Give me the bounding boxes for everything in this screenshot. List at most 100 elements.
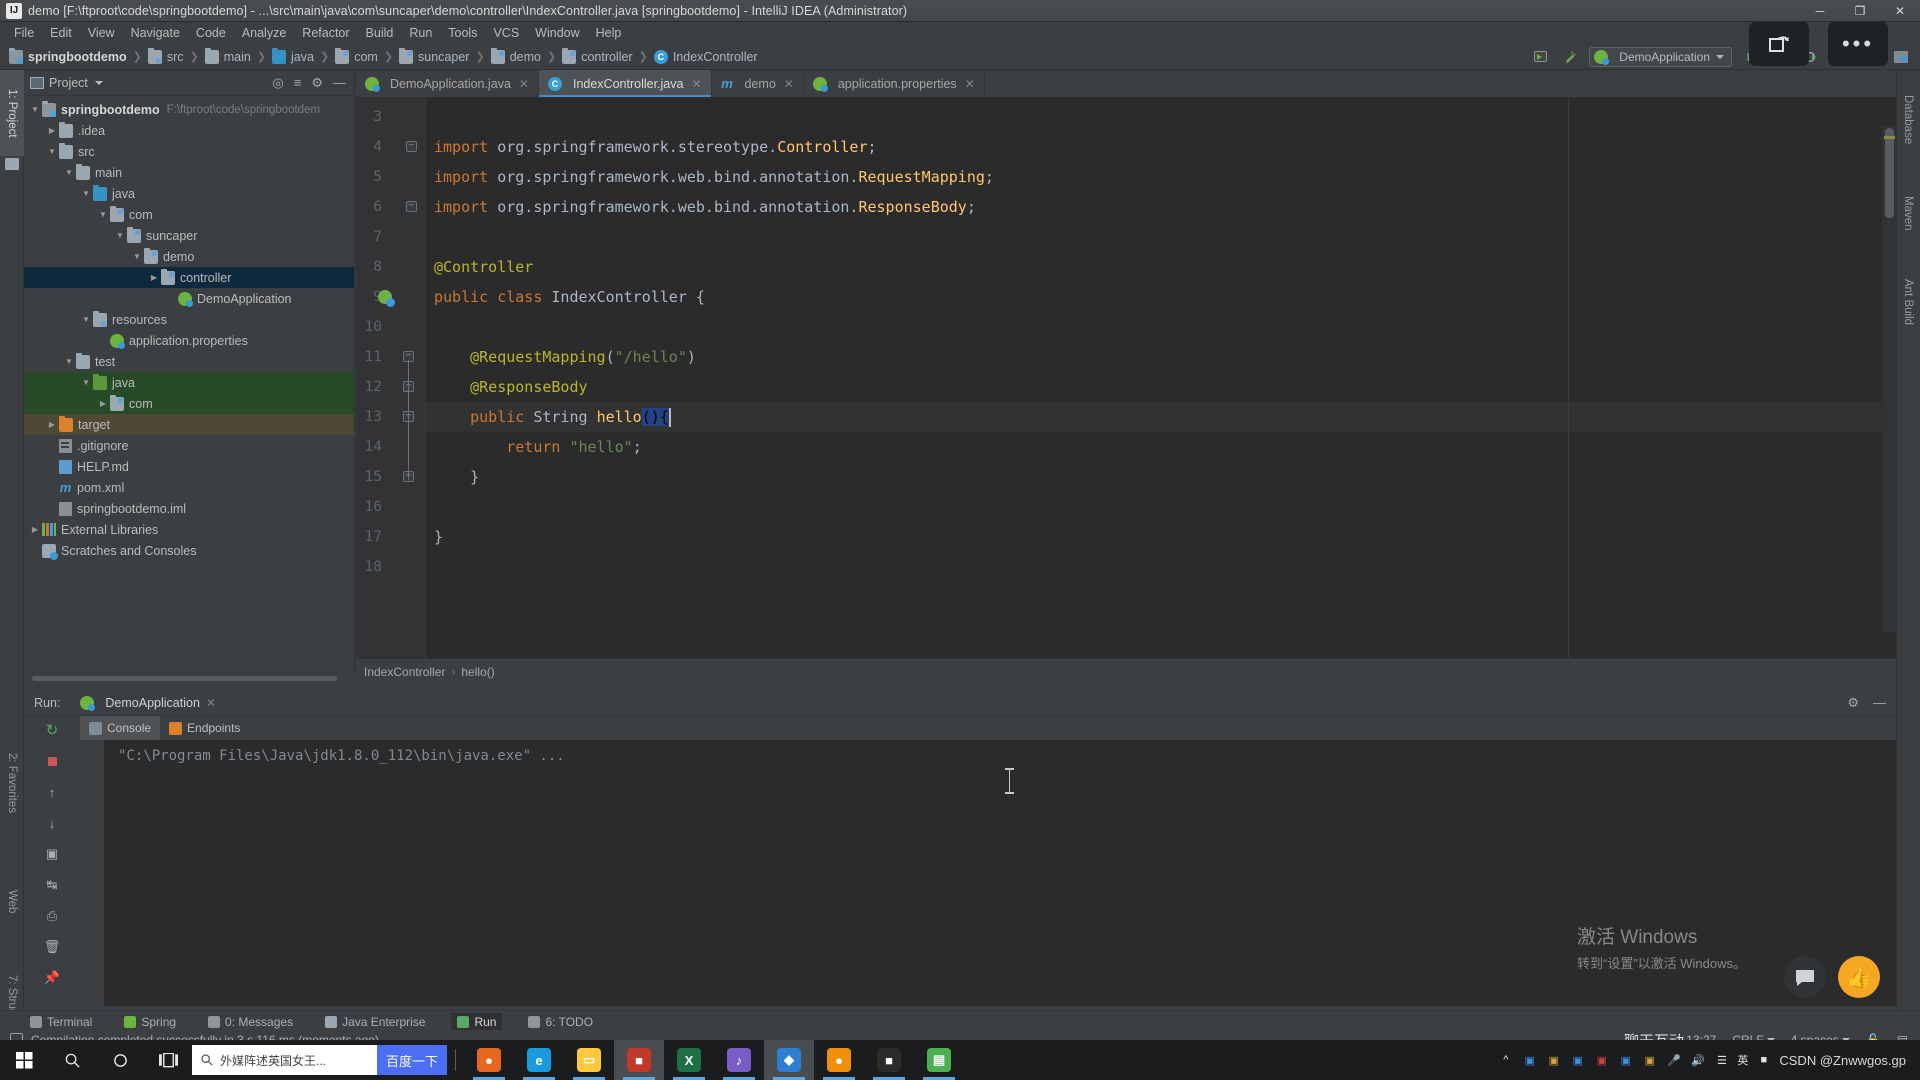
ime-indicator[interactable]: 英 (1737, 1052, 1748, 1068)
tree-item-src[interactable]: ▼ src (24, 141, 354, 162)
code-fold-toggle-icon[interactable] (406, 201, 417, 212)
print-icon[interactable]: ⎙ (42, 906, 62, 926)
close-button[interactable]: ✕ (1880, 0, 1920, 22)
tree-item-test[interactable]: ▼ test (24, 351, 354, 372)
sidebar-item-web[interactable]: Web (0, 880, 24, 924)
editor-tab-demoapplication-java[interactable]: DemoApplication.java ✕ (356, 70, 539, 97)
project-structure-icon[interactable] (1890, 47, 1912, 67)
run-tab-demoapplication[interactable]: DemoApplication ✕ (72, 693, 224, 713)
intellij-taskbar-icon[interactable]: ◆ (764, 1040, 814, 1080)
close-icon[interactable]: ✕ (519, 77, 529, 91)
maximize-button[interactable]: ❐ (1840, 0, 1880, 22)
tree-item-target[interactable]: ▶ target (24, 414, 354, 435)
editor-breadcrumb[interactable]: IndexController › hello() (356, 658, 1896, 684)
chevron-right-icon[interactable]: ▶ (45, 126, 59, 135)
thumbs-up-button[interactable]: 👍 (1838, 956, 1880, 998)
bottom-tool-0-messages[interactable]: 0: Messages (202, 1013, 299, 1031)
code-fold-toggle-icon[interactable] (406, 141, 417, 152)
warning-marker[interactable] (1884, 136, 1895, 139)
run-configuration-selector[interactable]: DemoApplication (1589, 46, 1732, 67)
breadcrumb-item-main[interactable]: main (202, 47, 254, 65)
tree-item-external-libraries[interactable]: ▶ External Libraries (24, 519, 354, 540)
search-icon[interactable] (48, 1040, 96, 1080)
media-taskbar-icon[interactable]: ♪ (714, 1040, 764, 1080)
chat-bubble-button[interactable] (1784, 956, 1826, 998)
windows-start-icon[interactable] (0, 1040, 48, 1080)
bottom-tool-spring[interactable]: Spring (118, 1013, 182, 1031)
project-tree[interactable]: ▼ springbootdemo F:\ftproot\code\springboo… (24, 96, 354, 561)
breadcrumb-class[interactable]: IndexController (364, 665, 445, 679)
line-number-gutter[interactable]: 3456789101112131415161718 (356, 98, 426, 658)
breadcrumb-item-controller[interactable]: controller (559, 47, 635, 65)
tree-item-scratches-and-consoles[interactable]: Scratches and Consoles (24, 540, 354, 561)
camera-icon[interactable]: ▣ (42, 844, 62, 864)
menu-item-refactor[interactable]: Refactor (294, 24, 357, 42)
editor-scrollbar-track[interactable] (1882, 126, 1896, 632)
console-tab-endpoints[interactable]: Endpoints (160, 716, 249, 740)
firefox-taskbar-icon[interactable]: ● (464, 1040, 514, 1080)
settings-gear-icon[interactable]: ⚙ (311, 75, 323, 91)
close-icon[interactable]: ✕ (206, 696, 216, 710)
rerun-icon[interactable]: ↻ (42, 720, 62, 740)
baidu-search-button[interactable]: 百度一下 (377, 1045, 447, 1075)
terminal-taskbar-icon[interactable]: ■ (864, 1040, 914, 1080)
stop-icon[interactable] (42, 751, 62, 771)
breadcrumb-item-indexcontroller[interactable]: C IndexController (651, 49, 761, 65)
excel-taskbar-icon[interactable]: X (664, 1040, 714, 1080)
cloud-tray-icon[interactable]: ▣ (1593, 1052, 1610, 1069)
code-line[interactable]: @Controller (426, 252, 1896, 282)
mic-tray-icon[interactable]: 🎤 (1665, 1052, 1682, 1069)
build-icon[interactable] (1529, 47, 1551, 67)
sidebar-item-project[interactable]: 1: Project (0, 70, 24, 156)
code-line[interactable]: } (426, 522, 1896, 552)
menu-item-edit[interactable]: Edit (42, 24, 80, 42)
menu-item-tools[interactable]: Tools (440, 24, 485, 42)
horizontal-scrollbar[interactable] (32, 676, 337, 681)
menu-item-view[interactable]: View (80, 24, 123, 42)
code-text[interactable]: import org.springframework.stereotype. Co… (426, 98, 1896, 658)
code-line[interactable] (426, 552, 1896, 582)
sidebar-item-ant-build[interactable]: Ant Build (1896, 260, 1920, 344)
bottom-tool-java-enterprise[interactable]: Java Enterprise (319, 1013, 431, 1031)
cortana-icon[interactable] (96, 1040, 144, 1080)
settings-gear-icon[interactable]: ⚙ (1847, 695, 1859, 711)
shield-tray-icon[interactable]: ▣ (1545, 1052, 1562, 1069)
chevron-down-icon[interactable]: ▼ (79, 378, 93, 387)
console-tab-console[interactable]: Console (80, 716, 161, 740)
tree-item-demo[interactable]: ▼ demo (24, 246, 354, 267)
chevron-down-icon[interactable]: ▼ (28, 105, 42, 114)
menu-item-file[interactable]: File (6, 24, 42, 42)
tree-item-demoapplication[interactable]: DemoApplication (24, 288, 354, 309)
volume-tray-icon[interactable]: 🔊 (1689, 1052, 1706, 1069)
task-view-icon[interactable] (144, 1040, 192, 1080)
battery-tray-icon[interactable]: ■ (1755, 1052, 1772, 1069)
tree-item-application-properties[interactable]: application.properties (24, 330, 354, 351)
chevron-down-icon[interactable]: ▼ (62, 357, 76, 366)
collapse-scope-icon[interactable]: ◎ (272, 75, 283, 91)
chevron-down-icon[interactable] (94, 80, 103, 85)
edge-taskbar-icon[interactable]: e (514, 1040, 564, 1080)
chevron-right-icon[interactable]: ▶ (147, 273, 161, 282)
code-line[interactable] (426, 312, 1896, 342)
code-line[interactable] (426, 492, 1896, 522)
tree-item-main[interactable]: ▼ main (24, 162, 354, 183)
network-status-icon[interactable]: ☰ (1713, 1052, 1730, 1069)
hide-panel-icon[interactable]: — (1873, 695, 1886, 711)
code-line[interactable]: import org.springframework.stereotype. Co… (426, 132, 1896, 162)
pin-icon[interactable]: 📌 (42, 968, 62, 988)
chat-tray-icon[interactable]: ▣ (1617, 1052, 1634, 1069)
close-icon[interactable]: ✕ (965, 77, 975, 91)
chevron-right-icon[interactable]: ▶ (45, 420, 59, 429)
code-line[interactable]: @RequestMapping("/hello") (426, 342, 1896, 372)
tree-item-java[interactable]: ▼ java (24, 372, 354, 393)
bottom-tool-6-todo[interactable]: 6: TODO (522, 1013, 599, 1031)
browser-taskbar-icon[interactable]: ● (814, 1040, 864, 1080)
menu-item-run[interactable]: Run (401, 24, 440, 42)
breadcrumb-item-src[interactable]: src (145, 47, 187, 65)
tree-item--idea[interactable]: ▶ .idea (24, 120, 354, 141)
menu-item-help[interactable]: Help (588, 24, 630, 42)
notes-taskbar-icon[interactable]: ▤ (914, 1040, 964, 1080)
code-line[interactable] (426, 102, 1896, 132)
breadcrumb-method[interactable]: hello() (461, 665, 494, 679)
file-explorer-taskbar-icon[interactable]: ▭ (564, 1040, 614, 1080)
